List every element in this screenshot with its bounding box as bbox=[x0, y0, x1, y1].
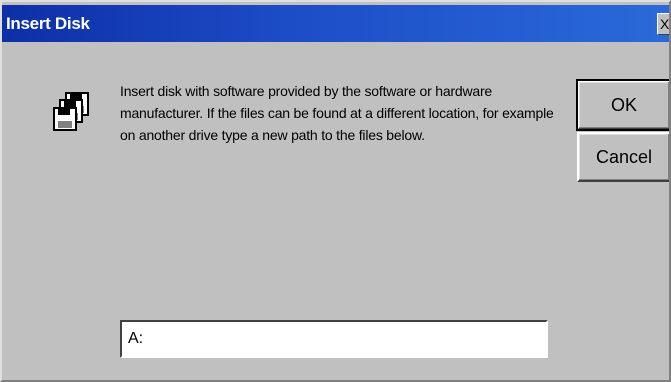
path-input[interactable] bbox=[120, 320, 548, 358]
title-bar[interactable]: Insert Disk X bbox=[2, 5, 669, 42]
window-title: Insert Disk bbox=[6, 14, 90, 33]
floppy-disks-icon bbox=[53, 92, 89, 131]
cancel-button[interactable]: Cancel bbox=[577, 132, 669, 182]
ok-button[interactable]: OK bbox=[576, 79, 669, 131]
insert-disk-dialog: Insert Disk X Insert disk with software … bbox=[0, 0, 671, 382]
close-button[interactable]: X bbox=[657, 13, 669, 35]
instruction-text: Insert disk with software provided by th… bbox=[120, 83, 554, 143]
